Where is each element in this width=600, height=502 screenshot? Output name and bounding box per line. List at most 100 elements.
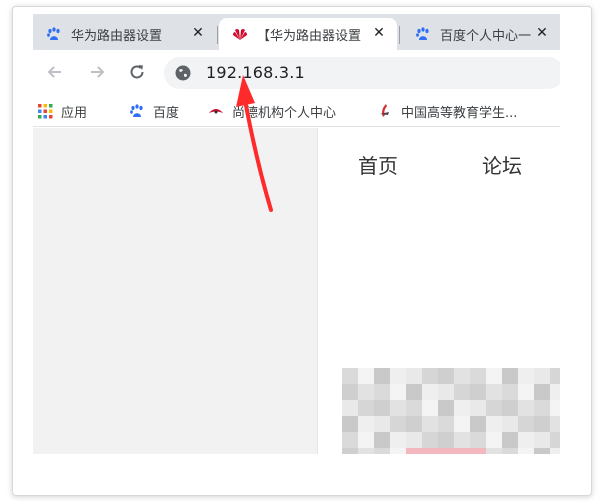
bookmark-label: 百度 (153, 105, 180, 121)
mosaic-tile (438, 432, 454, 448)
sunlands-logo-icon (208, 103, 224, 119)
tab-huawei-router-settings-2[interactable]: 【华为路由器设置 ✕ (219, 18, 397, 50)
mosaic-tile (534, 416, 550, 432)
mosaic-tile (422, 400, 438, 416)
reload-button[interactable] (123, 58, 151, 86)
bookmark-sunlands[interactable]: 尚德机构个人中心 (208, 101, 336, 121)
mosaic-tile (342, 448, 358, 454)
tab-title: 百度个人中心一 (440, 28, 532, 44)
mosaic-tile (358, 432, 374, 448)
address-url[interactable]: 192.168.3.1 (206, 63, 305, 82)
blank-left-panel (33, 128, 318, 454)
mosaic-tile (374, 448, 390, 454)
close-tab-icon[interactable]: ✕ (190, 25, 206, 41)
mosaic-tile (550, 448, 560, 454)
mosaic-tile (358, 416, 374, 432)
mosaic-tile (534, 432, 550, 448)
mosaic-tile (406, 416, 422, 432)
bookmark-label: 应用 (61, 105, 88, 121)
mosaic-tile (358, 448, 374, 454)
bookmark-label: 尚德机构个人中心 (232, 105, 337, 121)
close-tab-icon[interactable]: ✕ (534, 25, 550, 41)
mosaic-tile (358, 384, 374, 400)
mosaic-tile (406, 448, 422, 454)
baidu-paw-icon (414, 25, 432, 43)
mosaic-tile (454, 448, 470, 454)
mosaic-tile (342, 416, 358, 432)
baidu-paw-icon (45, 25, 63, 43)
mosaic-tile (470, 448, 486, 454)
bookmark-label: 中国高等教育学生... (401, 105, 518, 121)
huawei-logo-icon (231, 25, 249, 43)
mosaic-tile (454, 416, 470, 432)
apps-grid-icon (37, 103, 53, 119)
mosaic-tile (550, 368, 560, 384)
mosaic-tile (518, 448, 534, 454)
mosaic-tile (502, 368, 518, 384)
mosaic-tile (486, 432, 502, 448)
browser-toolbar: 192.168.3.1 (33, 50, 560, 94)
mosaic-tile (390, 432, 406, 448)
nav-home-link[interactable]: 首页 (358, 150, 398, 179)
mosaic-tile (502, 432, 518, 448)
web-page-content: 首页 论坛 (33, 128, 560, 454)
mosaic-tile (518, 416, 534, 432)
baidu-paw-icon (129, 103, 145, 119)
mosaic-tile (534, 448, 550, 454)
mosaic-tile (534, 384, 550, 400)
bookmark-baidu[interactable]: 百度 (129, 101, 179, 121)
pixelated-content (342, 368, 560, 454)
mosaic-tile (406, 384, 422, 400)
mosaic-tile (438, 416, 454, 432)
mosaic-tile (550, 416, 560, 432)
mosaic-tile (390, 448, 406, 454)
mosaic-tile (390, 400, 406, 416)
mosaic-tile (358, 400, 374, 416)
back-arrow-icon (47, 66, 61, 78)
chsi-logo-icon (377, 103, 393, 119)
tab-title: 华为路由器设置 (71, 28, 163, 44)
mosaic-tile (486, 416, 502, 432)
mosaic-tile (486, 400, 502, 416)
tab-separator (217, 26, 218, 44)
mosaic-tile (486, 368, 502, 384)
tab-baidu-personal-center[interactable]: 百度个人中心一 ✕ (402, 18, 560, 50)
close-tab-icon[interactable]: ✕ (371, 25, 387, 41)
mosaic-tile (470, 384, 486, 400)
bookmark-chsi[interactable]: 中国高等教育学生... (377, 101, 517, 121)
forward-arrow-icon (91, 66, 105, 78)
mosaic-tile (390, 368, 406, 384)
mosaic-tile (342, 368, 358, 384)
mosaic-tile (342, 400, 358, 416)
forward-button[interactable] (83, 58, 111, 86)
mosaic-tile (502, 384, 518, 400)
mosaic-tile (342, 384, 358, 400)
mosaic-tile (454, 368, 470, 384)
mosaic-tile (358, 368, 374, 384)
back-button[interactable] (41, 58, 69, 86)
mosaic-tile (390, 384, 406, 400)
mosaic-tile (470, 400, 486, 416)
mosaic-tile (470, 368, 486, 384)
mosaic-tile (438, 448, 454, 454)
reload-icon (130, 65, 144, 79)
globe-icon (174, 64, 192, 82)
mosaic-tile (518, 384, 534, 400)
mosaic-tile (374, 384, 390, 400)
mosaic-tile (438, 368, 454, 384)
bookmark-apps[interactable]: 应用 (37, 101, 87, 121)
mosaic-tile (438, 384, 454, 400)
mosaic-tile (342, 432, 358, 448)
address-bar[interactable]: 192.168.3.1 (164, 57, 560, 89)
mosaic-tile (390, 416, 406, 432)
browser-window: 华为路由器设置 ✕ 【华为路由器设置 ✕ 百度个人中心一 ✕ 192.168.3… (33, 14, 560, 454)
tab-huawei-router-settings-1[interactable]: 华为路由器设置 ✕ (33, 18, 216, 50)
nav-forum-link[interactable]: 论坛 (482, 150, 522, 179)
screenshot-frame: 华为路由器设置 ✕ 【华为路由器设置 ✕ 百度个人中心一 ✕ 192.168.3… (12, 6, 592, 496)
mosaic-tile (518, 400, 534, 416)
mosaic-tile (454, 432, 470, 448)
tab-title: 【华为路由器设置 (257, 28, 362, 44)
tab-separator (399, 26, 400, 44)
mosaic-tile (374, 368, 390, 384)
mosaic-tile (438, 400, 454, 416)
